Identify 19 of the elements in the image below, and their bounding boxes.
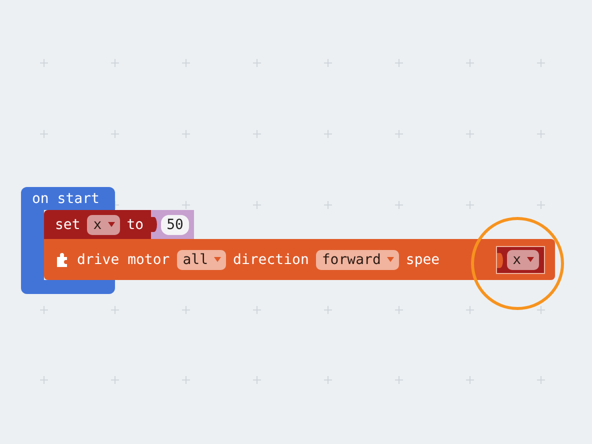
block-text: drive motor [77,252,170,268]
block-text: set [55,216,80,232]
block-text: direction [233,252,309,268]
dropdown-arrow-icon [527,257,534,262]
number-field[interactable]: 50 [160,214,190,234]
dropdown[interactable]: all [176,250,226,270]
dropdown[interactable]: forward [316,250,399,270]
block-text: spee [406,252,440,268]
variable-block[interactable]: x [496,246,545,274]
set-block[interactable]: set x to 50 [44,210,194,239]
dropdown[interactable]: x [87,214,120,234]
motor-block[interactable]: drive motor all direction forward spee x [44,239,555,280]
block-text: to [126,216,144,232]
event-block[interactable]: on start [21,187,115,210]
puzzle-icon [55,252,70,267]
dropdown-arrow-icon [214,257,222,262]
dropdown-arrow-icon [108,222,115,227]
dropdown[interactable]: x [506,250,539,270]
dropdown-arrow-icon [386,257,394,262]
